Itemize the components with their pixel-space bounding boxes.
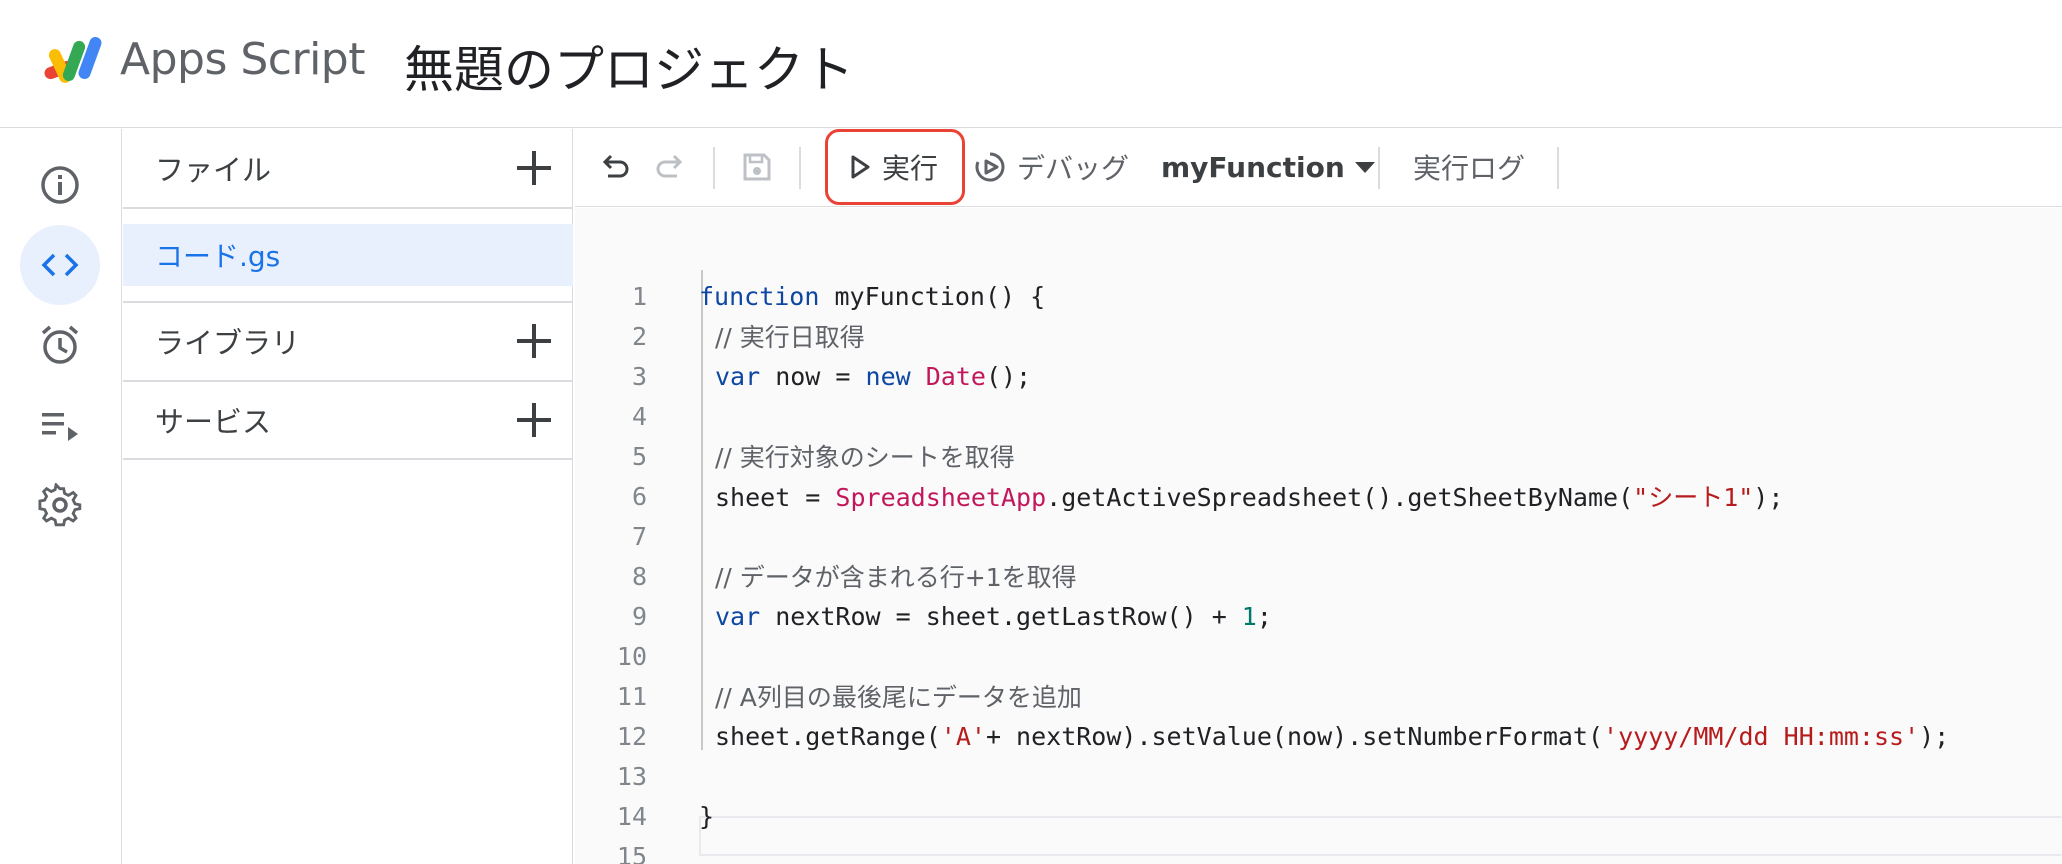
app-name[interactable]: Apps Script bbox=[120, 34, 366, 85]
alarm-clock-icon bbox=[41, 325, 79, 364]
code-text: sheet.getRange('A'+ nextRow).setValue(no… bbox=[715, 721, 1950, 751]
libraries-section-header: ライブラリ bbox=[123, 302, 573, 380]
code-comment: // データが含まれる行+1を取得 bbox=[715, 563, 1077, 592]
code-line: 11 // A列目の最後尾にデータを追加 bbox=[575, 676, 2062, 716]
code-line: 7 bbox=[575, 516, 2062, 556]
gear-icon bbox=[38, 483, 82, 527]
execution-log-label: 実行ログ bbox=[1413, 152, 1526, 185]
debug-button[interactable]: デバッグ bbox=[973, 143, 1129, 191]
list-play-icon bbox=[42, 413, 78, 441]
save-icon bbox=[743, 153, 771, 181]
line-number: 3 bbox=[631, 361, 647, 391]
add-file-icon[interactable] bbox=[513, 147, 555, 189]
services-section-header: サービス bbox=[123, 381, 573, 459]
divider bbox=[123, 207, 573, 209]
code-line: 13 bbox=[575, 756, 2062, 796]
top-bar: Apps Script 無題のプロジェクト bbox=[0, 0, 2062, 128]
divider bbox=[123, 458, 573, 460]
run-button[interactable]: 実行 bbox=[825, 129, 965, 205]
code-text: } bbox=[699, 801, 715, 831]
libraries-label: ライブラリ bbox=[155, 326, 301, 360]
code-line: 6 sheet = SpreadsheetApp.getActiveSpread… bbox=[575, 476, 2062, 516]
project-title[interactable]: 無題のプロジェクト bbox=[404, 30, 854, 102]
line-number: 7 bbox=[631, 521, 647, 551]
editor-button[interactable] bbox=[20, 225, 100, 305]
line-number: 14 bbox=[616, 801, 647, 831]
line-number: 12 bbox=[616, 721, 647, 751]
files-label: ファイル bbox=[155, 153, 272, 187]
debug-icon bbox=[975, 152, 1005, 182]
line-number: 13 bbox=[616, 761, 647, 791]
info-icon bbox=[41, 166, 79, 204]
left-nav-rail bbox=[0, 129, 122, 864]
add-library-icon[interactable] bbox=[513, 320, 555, 362]
code-text: function myFunction() { bbox=[699, 281, 1046, 311]
line-number: 2 bbox=[631, 321, 647, 351]
triggers-button[interactable] bbox=[20, 305, 100, 385]
line-number: 1 bbox=[631, 281, 647, 311]
apps-script-logo[interactable] bbox=[40, 34, 112, 88]
play-icon bbox=[851, 155, 870, 179]
code-line: 10 bbox=[575, 636, 2062, 676]
files-section-header: ファイル bbox=[123, 129, 573, 207]
code-line: 14 } bbox=[575, 796, 2062, 836]
code-line: 9 var nextRow = sheet.getLastRow() + 1; bbox=[575, 596, 2062, 636]
undo-icon bbox=[602, 154, 629, 178]
code-line: 2 // 実行日取得 bbox=[575, 316, 2062, 356]
line-number: 15 bbox=[616, 841, 647, 864]
code-text: sheet = SpreadsheetApp.getActiveSpreadsh… bbox=[715, 483, 1784, 512]
toolbar-separator bbox=[1378, 147, 1380, 189]
code-text: var nextRow = sheet.getLastRow() + 1; bbox=[715, 601, 1272, 631]
line-number: 6 bbox=[631, 481, 647, 511]
save-button[interactable] bbox=[737, 147, 777, 187]
code-line: 8 // データが含まれる行+1を取得 bbox=[575, 556, 2062, 596]
execution-log-button[interactable]: 実行ログ bbox=[1413, 143, 1525, 191]
code-editor[interactable]: 1 function myFunction() { 2 // 実行日取得 3 v… bbox=[575, 208, 2062, 864]
line-number: 9 bbox=[631, 601, 647, 631]
code-comment: // 実行対象のシートを取得 bbox=[715, 443, 1015, 472]
toolbar-separator bbox=[1557, 147, 1559, 189]
add-service-icon[interactable] bbox=[513, 399, 555, 441]
line-number: 8 bbox=[631, 561, 647, 591]
toolbar-separator bbox=[799, 147, 801, 189]
file-item-code-gs[interactable]: コード.gs bbox=[123, 224, 573, 286]
code-comment: // 実行日取得 bbox=[715, 323, 865, 352]
code-line: 1 function myFunction() { bbox=[575, 276, 2062, 316]
services-label: サービス bbox=[155, 405, 272, 439]
debug-label: デバッグ bbox=[1017, 152, 1130, 185]
code-line: 12 sheet.getRange('A'+ nextRow).setValue… bbox=[575, 716, 2062, 756]
code-comment: // A列目の最後尾にデータを追加 bbox=[715, 683, 1082, 712]
code-text: var now = new Date(); bbox=[715, 361, 1032, 391]
redo-icon bbox=[656, 154, 683, 178]
line-number: 10 bbox=[616, 641, 647, 671]
line-number: 5 bbox=[631, 441, 647, 471]
function-name: myFunction bbox=[1161, 150, 1345, 184]
undo-button[interactable] bbox=[595, 147, 635, 187]
code-line: 5 // 実行対象のシートを取得 bbox=[575, 436, 2062, 476]
function-selector[interactable]: myFunction bbox=[1161, 143, 1377, 191]
file-panel: ファイル コード.gs ライブラリ サービス bbox=[123, 129, 573, 864]
executions-button[interactable] bbox=[20, 385, 100, 465]
dropdown-arrow-icon bbox=[1354, 162, 1375, 173]
toolbar-separator bbox=[713, 147, 715, 189]
code-line: 15 bbox=[575, 836, 2062, 864]
overview-button[interactable] bbox=[20, 145, 100, 225]
redo-button[interactable] bbox=[650, 147, 690, 187]
settings-button[interactable] bbox=[20, 465, 100, 545]
line-number: 4 bbox=[631, 401, 647, 431]
line-number: 11 bbox=[616, 681, 647, 711]
code-icon bbox=[41, 253, 79, 277]
code-line: 4 bbox=[575, 396, 2062, 436]
run-label: 実行 bbox=[882, 152, 939, 185]
editor-toolbar: 実行 デバッグ myFunction 実行ログ bbox=[575, 129, 2062, 207]
code-line: 3 var now = new Date(); bbox=[575, 356, 2062, 396]
